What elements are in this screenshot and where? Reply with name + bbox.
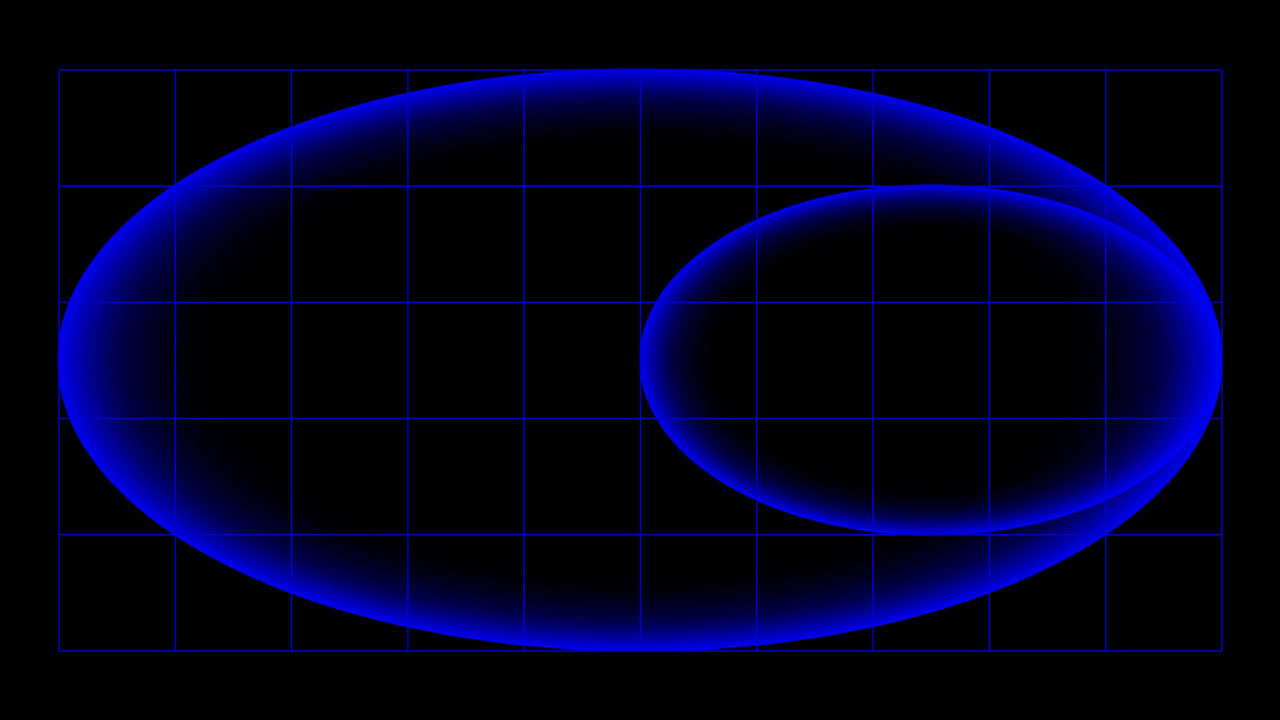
diagram-canvas <box>0 0 1280 720</box>
small-ellipse <box>639 184 1223 536</box>
